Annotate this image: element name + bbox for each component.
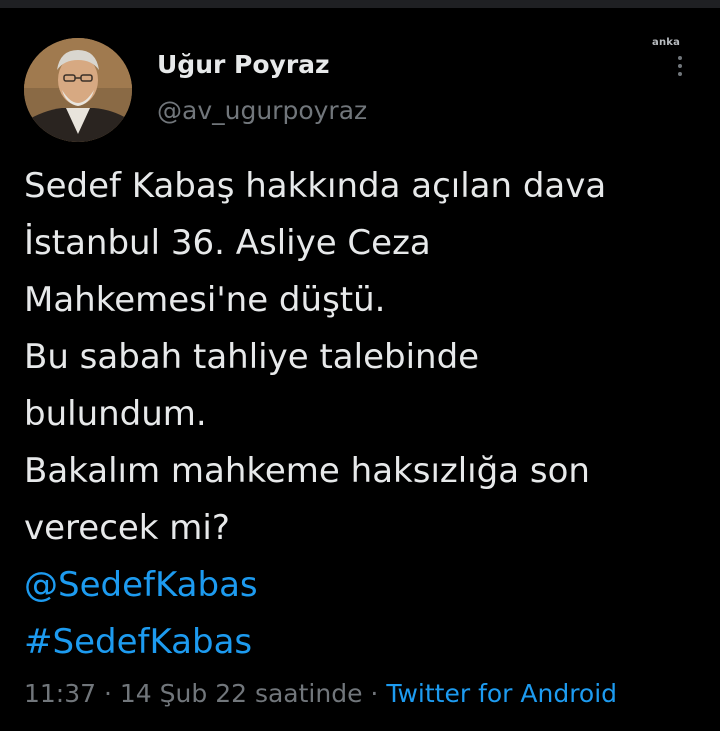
tweet-text-line: Mahkemesi'ne düştü. — [24, 280, 386, 320]
tweet-date[interactable]: 14 Şub 22 saatinde — [120, 679, 363, 708]
more-vertical-icon[interactable] — [670, 52, 690, 80]
watermark-logo: anka — [652, 37, 681, 48]
tweet-text-line: bulundum. — [24, 394, 207, 434]
tweet-text-line: İstanbul 36. Asliye Ceza — [24, 223, 431, 263]
tweet-text-line: verecek mi? — [24, 508, 230, 548]
tweet-text-line: Sedef Kabaş hakkında açılan dava — [24, 166, 607, 206]
author-handle[interactable]: @av_ugurpoyraz — [157, 96, 367, 125]
top-divider — [0, 0, 720, 8]
meta-separator: · — [370, 679, 379, 708]
tweet-text: Sedef Kabaş hakkında açılan dava İstanbu… — [24, 158, 704, 671]
tweet-text-line: Bakalım mahkeme haksızlığa son — [24, 451, 590, 491]
tweet-source-link[interactable]: Twitter for Android — [386, 679, 617, 708]
tweet-meta: 11:37 · 14 Şub 22 saatinde · Twitter for… — [24, 679, 617, 708]
tweet-time[interactable]: 11:37 — [24, 679, 96, 708]
mention-link[interactable]: @SedefKabas — [24, 557, 704, 614]
avatar[interactable] — [24, 38, 132, 142]
tweet-text-line: Bu sabah tahliye talebinde — [24, 337, 480, 377]
meta-separator: · — [104, 679, 112, 708]
author-name[interactable]: Uğur Poyraz — [157, 50, 330, 79]
avatar-photo — [24, 38, 132, 142]
hashtag-link[interactable]: #SedefKabas — [24, 614, 704, 671]
